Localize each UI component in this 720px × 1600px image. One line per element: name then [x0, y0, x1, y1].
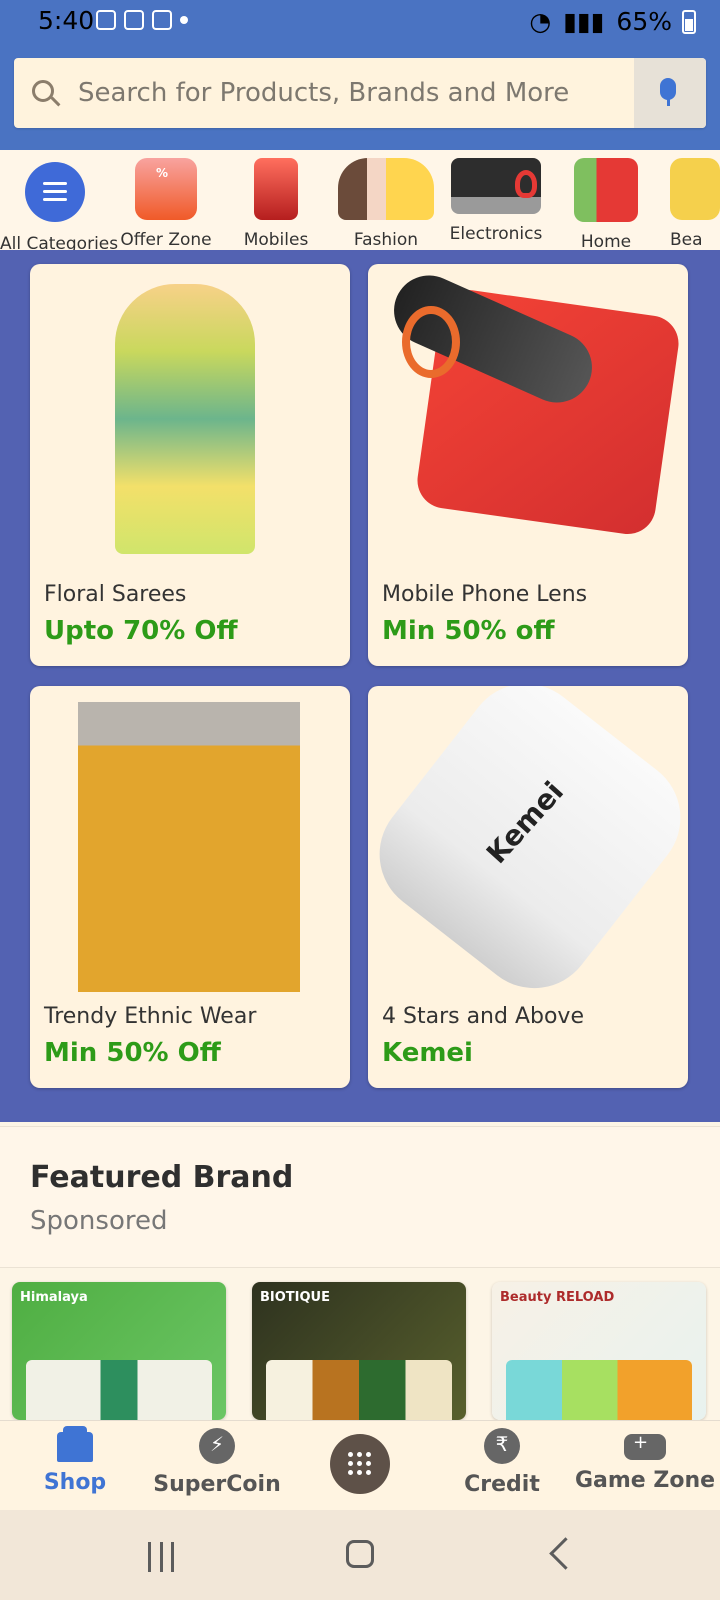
brand-products-image — [506, 1360, 692, 1420]
product-image — [30, 686, 350, 992]
menu-line — [43, 198, 67, 201]
category-label: Mobiles — [243, 230, 309, 250]
promo-title: Trendy Ethnic Wear — [44, 1004, 257, 1029]
promo-card-trendy-ethnic-wear[interactable]: Trendy Ethnic Wear Min 50% Off — [30, 686, 350, 1088]
grid-icon — [348, 1452, 372, 1476]
wifi-icon: ◔ — [529, 7, 552, 36]
fashion-icon — [338, 158, 434, 220]
featured-title: Featured Brand — [30, 1160, 294, 1195]
gift-icon — [135, 158, 197, 220]
battery-label: 65% — [616, 7, 672, 36]
brand-card-beauty-reload[interactable]: Beauty RELOAD — [492, 1282, 706, 1420]
status-time: 5:40 — [38, 6, 95, 35]
promo-card-floral-sarees[interactable]: Floral Sarees Upto 70% Off — [30, 264, 350, 666]
brand-name: BIOTIQUE — [260, 1290, 330, 1305]
search-input[interactable]: Search for Products, Brands and More — [78, 78, 569, 108]
promo-title: 4 Stars and Above — [382, 1004, 584, 1029]
nav-label: Credit — [464, 1472, 540, 1497]
brand-products-image — [26, 1360, 212, 1420]
brand-card-biotique[interactable]: BIOTIQUE — [252, 1282, 466, 1420]
signal-icon: ▮▮▮ — [563, 7, 605, 36]
menu-line — [43, 182, 67, 185]
category-beauty[interactable]: Bea — [660, 158, 720, 250]
status-icons — [96, 10, 188, 30]
recent-apps-bar — [171, 1542, 174, 1572]
search-icon — [32, 80, 54, 102]
brand-products-image — [266, 1360, 452, 1420]
category-mobiles[interactable]: Mobiles — [221, 158, 331, 250]
credit-icon — [484, 1428, 520, 1464]
category-fashion[interactable]: Fashion — [331, 158, 441, 250]
category-label: Bea — [670, 230, 703, 250]
status-right: ◔ ▮▮▮ 65% — [529, 7, 672, 36]
game-icon — [624, 1432, 666, 1460]
brand-name: Himalaya — [20, 1290, 88, 1305]
menu-icon — [25, 162, 85, 222]
mic-icon — [660, 78, 676, 100]
app-icon — [152, 10, 172, 30]
category-all-categories[interactable]: All Categories — [0, 158, 118, 254]
promo-title: Mobile Phone Lens — [382, 582, 588, 607]
category-electronics[interactable]: Electronics — [441, 158, 551, 244]
ethnic-wear-image — [78, 702, 300, 992]
mobile-icon — [254, 158, 298, 220]
product-image — [30, 264, 350, 564]
electronics-icon — [451, 158, 541, 214]
brand-name: Beauty RELOAD — [500, 1290, 615, 1305]
promo-subtitle: Min 50% Off — [44, 1038, 221, 1068]
promo-subtitle: Kemei — [382, 1038, 473, 1068]
promo-title: Floral Sarees — [44, 582, 187, 607]
nav-game-zone[interactable]: Game Zone — [570, 1428, 720, 1493]
product-image: Kemei — [368, 686, 688, 1013]
promo-card-mobile-phone-lens[interactable]: Mobile Phone Lens Min 50% off — [368, 264, 688, 666]
nav-label: SuperCoin — [153, 1472, 281, 1497]
home-icon — [574, 158, 638, 222]
category-offer-zone[interactable]: Offer Zone — [111, 158, 221, 250]
recent-apps-bar — [159, 1542, 163, 1572]
recent-apps-button[interactable] — [148, 1542, 174, 1572]
notification-icon — [96, 10, 116, 30]
category-label: Electronics — [449, 224, 543, 244]
dot-icon — [180, 16, 188, 24]
promo-subtitle: Min 50% off — [382, 616, 555, 646]
promo-card-kemei[interactable]: Kemei 4 Stars and Above Kemei — [368, 686, 688, 1088]
category-label: Home — [580, 232, 632, 252]
category-label: Offer Zone — [120, 230, 212, 250]
featured-brand-section — [0, 1126, 720, 1268]
battery-icon — [682, 10, 696, 34]
brand-card-himalaya[interactable]: Himalaya — [12, 1282, 226, 1420]
menu-line — [43, 190, 67, 193]
trimmer-image — [368, 686, 688, 1013]
mic-stem — [667, 98, 670, 106]
promo-subtitle: Upto 70% Off — [44, 616, 238, 646]
nav-shop[interactable]: Shop — [0, 1426, 150, 1495]
lens-ring-image — [402, 306, 460, 378]
saree-image — [115, 284, 255, 554]
featured-subtitle: Sponsored — [30, 1206, 168, 1236]
category-label: Fashion — [353, 230, 419, 250]
beauty-icon — [670, 158, 720, 220]
home-button[interactable] — [346, 1540, 374, 1568]
shop-icon — [57, 1426, 93, 1462]
category-home[interactable]: Home — [551, 158, 661, 252]
product-image — [368, 264, 688, 564]
nav-supercoin[interactable]: SuperCoin — [142, 1428, 292, 1497]
supercoin-icon — [199, 1428, 235, 1464]
sync-icon — [124, 10, 144, 30]
nav-label: Game Zone — [574, 1468, 716, 1493]
nav-credit[interactable]: Credit — [427, 1428, 577, 1497]
recent-apps-bar — [148, 1542, 151, 1572]
nav-label: Shop — [43, 1470, 107, 1495]
